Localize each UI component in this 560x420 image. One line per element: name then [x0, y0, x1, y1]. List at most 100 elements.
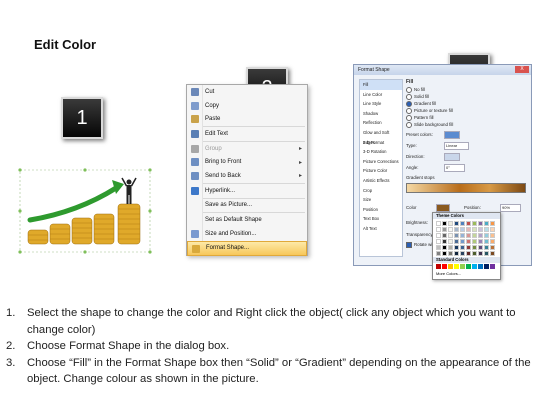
category-3d-rotation[interactable]: 3-D Rotation — [360, 147, 402, 157]
color-swatch[interactable] — [448, 251, 453, 256]
preset-colors-dropdown[interactable] — [444, 131, 460, 139]
radio-gradient-fill[interactable]: Gradient fill — [406, 101, 436, 107]
color-swatch[interactable] — [442, 251, 447, 256]
color-swatch[interactable] — [478, 245, 483, 250]
color-swatch[interactable] — [436, 221, 441, 226]
color-swatch[interactable] — [448, 245, 453, 250]
radio-pattern-fill[interactable]: Pattern fill — [406, 115, 434, 121]
color-swatch[interactable] — [490, 245, 495, 250]
menu-item-set-default-shape[interactable]: Set as Default Shape — [187, 213, 307, 227]
color-swatch[interactable] — [466, 251, 471, 256]
color-swatch[interactable] — [448, 227, 453, 232]
color-swatch[interactable] — [442, 227, 447, 232]
close-button[interactable]: X — [515, 66, 529, 73]
category-text-box[interactable]: Text Box — [360, 214, 402, 224]
color-swatch[interactable] — [490, 264, 495, 269]
category-alt-text[interactable]: Alt Text — [360, 224, 402, 234]
radio-no-fill[interactable]: No fill — [406, 87, 425, 93]
radio-slide-background-fill[interactable]: Slide background fill — [406, 122, 453, 128]
color-swatch[interactable] — [478, 233, 483, 238]
color-swatch[interactable] — [466, 227, 471, 232]
color-swatch[interactable] — [472, 251, 477, 256]
color-swatch[interactable] — [484, 264, 489, 269]
menu-item-cut[interactable]: Cut — [187, 85, 307, 99]
color-swatch[interactable] — [454, 227, 459, 232]
color-swatch[interactable] — [454, 245, 459, 250]
category-reflection[interactable]: Reflection — [360, 118, 402, 128]
color-swatch[interactable] — [460, 251, 465, 256]
color-swatch[interactable] — [436, 239, 441, 244]
color-swatch[interactable] — [478, 239, 483, 244]
color-swatch[interactable] — [472, 233, 477, 238]
color-swatch[interactable] — [454, 239, 459, 244]
color-swatch[interactable] — [448, 264, 453, 269]
color-swatch[interactable] — [478, 264, 483, 269]
color-swatch[interactable] — [478, 251, 483, 256]
color-swatch[interactable] — [484, 233, 489, 238]
color-swatch[interactable] — [436, 233, 441, 238]
menu-item-size-and-position[interactable]: Size and Position... — [187, 227, 307, 241]
color-swatch[interactable] — [472, 239, 477, 244]
color-swatch[interactable] — [484, 245, 489, 250]
color-swatch[interactable] — [460, 233, 465, 238]
category-3d-format[interactable]: 3-D Format — [360, 138, 402, 148]
color-swatch[interactable] — [460, 245, 465, 250]
color-swatch[interactable] — [442, 239, 447, 244]
menu-item-paste[interactable]: Paste — [187, 112, 307, 126]
stop-color-button[interactable] — [436, 204, 450, 212]
color-swatch[interactable] — [472, 245, 477, 250]
color-swatch[interactable] — [466, 233, 471, 238]
color-swatch[interactable] — [454, 264, 459, 269]
color-swatch[interactable] — [454, 251, 459, 256]
color-swatch[interactable] — [472, 221, 477, 226]
radio-solid-fill[interactable]: Solid fill — [406, 94, 429, 100]
color-swatch[interactable] — [490, 227, 495, 232]
position-field[interactable]: 90% — [500, 204, 521, 212]
color-swatch[interactable] — [442, 233, 447, 238]
color-swatch[interactable] — [484, 227, 489, 232]
color-swatch[interactable] — [454, 221, 459, 226]
category-position[interactable]: Position — [360, 205, 402, 215]
color-swatch[interactable] — [490, 233, 495, 238]
color-swatch[interactable] — [460, 227, 465, 232]
color-swatch[interactable] — [460, 221, 465, 226]
direction-dropdown[interactable] — [444, 153, 460, 161]
type-dropdown[interactable]: Linear — [444, 142, 469, 150]
color-swatch[interactable] — [472, 227, 477, 232]
color-swatch[interactable] — [442, 221, 447, 226]
category-fill[interactable]: Fill — [360, 80, 402, 90]
color-swatch[interactable] — [484, 221, 489, 226]
color-swatch[interactable] — [466, 221, 471, 226]
coin-stack-growth-image[interactable] — [18, 168, 152, 254]
color-swatch[interactable] — [478, 227, 483, 232]
gradient-stops-bar[interactable] — [406, 183, 526, 193]
color-swatch[interactable] — [466, 245, 471, 250]
color-swatch[interactable] — [472, 264, 477, 269]
color-swatch[interactable] — [448, 233, 453, 238]
category-glow[interactable]: Glow and Soft Edges — [360, 128, 402, 145]
color-swatch[interactable] — [490, 221, 495, 226]
menu-item-send-to-back[interactable]: Send to Back ▸ — [187, 169, 307, 183]
angle-field[interactable]: 0° — [444, 164, 465, 172]
color-swatch[interactable] — [448, 221, 453, 226]
menu-item-format-shape[interactable]: Format Shape... — [187, 240, 307, 257]
color-swatch[interactable] — [466, 264, 471, 269]
category-line-style[interactable]: Line Style — [360, 99, 402, 109]
more-colors-link[interactable]: More Colors... — [436, 271, 461, 276]
menu-item-edit-text[interactable]: Edit Text — [187, 127, 307, 141]
menu-item-bring-to-front[interactable]: Bring to Front ▸ — [187, 155, 307, 169]
color-swatch[interactable] — [436, 245, 441, 250]
category-shadow[interactable]: Shadow — [360, 109, 402, 119]
category-crop[interactable]: Crop — [360, 186, 402, 196]
color-swatch[interactable] — [448, 239, 453, 244]
color-swatch[interactable] — [436, 251, 441, 256]
menu-item-save-as-picture[interactable]: Save as Picture... — [187, 199, 307, 213]
category-picture-color[interactable]: Picture Color — [360, 166, 402, 176]
category-picture-corrections[interactable]: Picture Corrections — [360, 157, 402, 167]
category-line-color[interactable]: Line Color — [360, 90, 402, 100]
menu-item-hyperlink[interactable]: Hyperlink... — [187, 184, 307, 198]
color-swatch[interactable] — [442, 264, 447, 269]
color-swatch[interactable] — [442, 245, 447, 250]
menu-item-copy[interactable]: Copy — [187, 99, 307, 113]
color-swatch[interactable] — [460, 239, 465, 244]
